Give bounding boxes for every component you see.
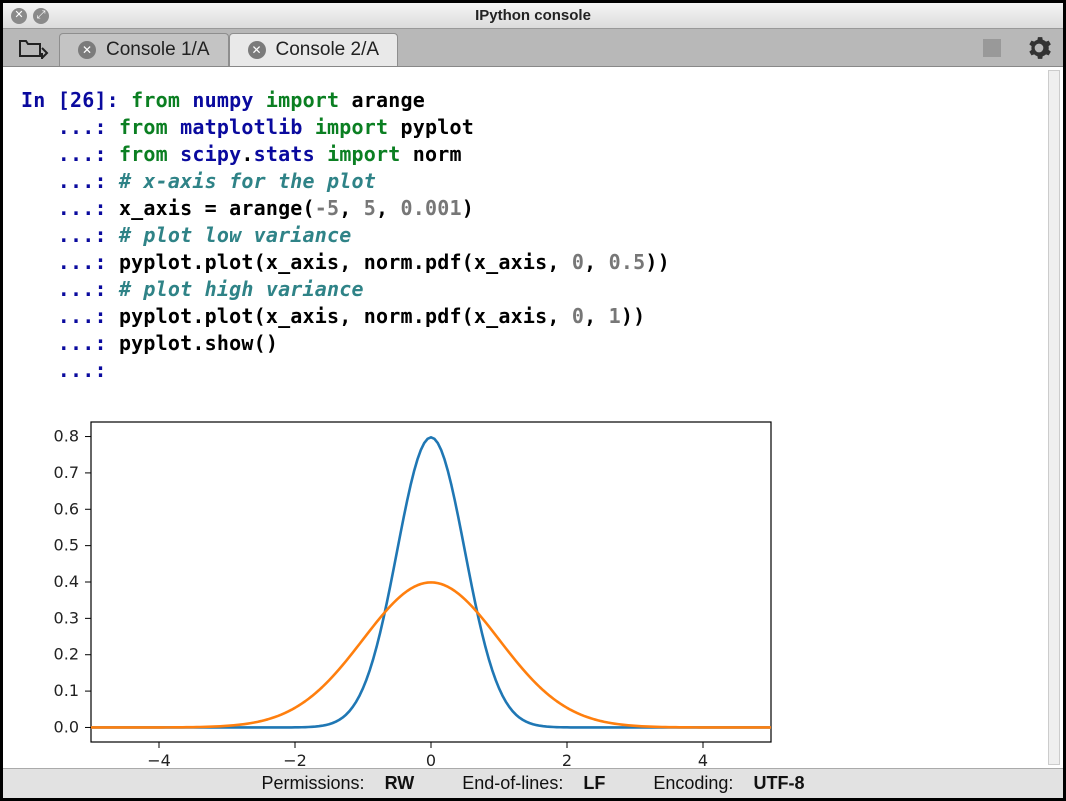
svg-text:4: 4 — [698, 751, 708, 768]
kernel-status-indicator — [983, 39, 1001, 57]
svg-text:0: 0 — [426, 751, 436, 768]
permissions-value: RW — [385, 773, 415, 793]
tab-console-2[interactable]: ✕ Console 2/A — [229, 33, 399, 66]
settings-button[interactable] — [1015, 29, 1063, 66]
svg-text:0.3: 0.3 — [54, 608, 79, 627]
status-bar: Permissions: RW End-of-lines: LF Encodin… — [3, 768, 1063, 798]
plot-figure: 0.0 0.1 0.2 0.3 0.4 0.5 0.6 0.7 0.8 −4 −2 0 2 4 — [21, 412, 791, 768]
tab-bar: ✕ Console 1/A ✕ Console 2/A — [3, 29, 1063, 67]
gear-icon — [1026, 35, 1052, 61]
svg-text:0.0: 0.0 — [54, 717, 79, 736]
status-permissions: Permissions: RW — [262, 773, 415, 794]
console-output[interactable]: In [26]: from numpy import arange ...: f… — [3, 67, 1063, 768]
title-bar: ✕ ⤢ IPython console — [3, 3, 1063, 29]
svg-text:0.2: 0.2 — [54, 645, 79, 664]
svg-text:0.1: 0.1 — [54, 681, 79, 700]
close-tab-button[interactable]: ✕ — [78, 41, 96, 59]
svg-text:0.7: 0.7 — [54, 463, 79, 482]
folder-arrow-icon — [18, 35, 50, 61]
encoding-label: Encoding: — [653, 773, 733, 793]
window-title: IPython console — [3, 7, 1063, 24]
tab-label: Console 2/A — [276, 39, 380, 61]
svg-text:2: 2 — [562, 751, 572, 768]
eol-value: LF — [583, 773, 605, 793]
close-tab-button[interactable]: ✕ — [248, 41, 266, 59]
svg-text:0.4: 0.4 — [54, 572, 79, 591]
code-block: In [26]: from numpy import arange ...: f… — [21, 87, 1045, 384]
svg-text:0.8: 0.8 — [54, 427, 79, 446]
encoding-value: UTF-8 — [753, 773, 804, 793]
status-eol: End-of-lines: LF — [462, 773, 605, 794]
eol-label: End-of-lines: — [462, 773, 563, 793]
open-folder-button[interactable] — [9, 29, 59, 66]
tab-label: Console 1/A — [106, 39, 210, 61]
tab-console-1[interactable]: ✕ Console 1/A — [59, 33, 229, 66]
status-encoding: Encoding: UTF-8 — [653, 773, 804, 794]
svg-text:0.6: 0.6 — [54, 499, 79, 518]
svg-text:−2: −2 — [283, 751, 307, 768]
svg-text:0.5: 0.5 — [54, 536, 79, 555]
scrollbar[interactable] — [1048, 70, 1060, 765]
svg-text:−4: −4 — [147, 751, 171, 768]
permissions-label: Permissions: — [262, 773, 365, 793]
plot-output: 0.0 0.1 0.2 0.3 0.4 0.5 0.6 0.7 0.8 −4 −2 0 2 4 — [21, 412, 1045, 768]
